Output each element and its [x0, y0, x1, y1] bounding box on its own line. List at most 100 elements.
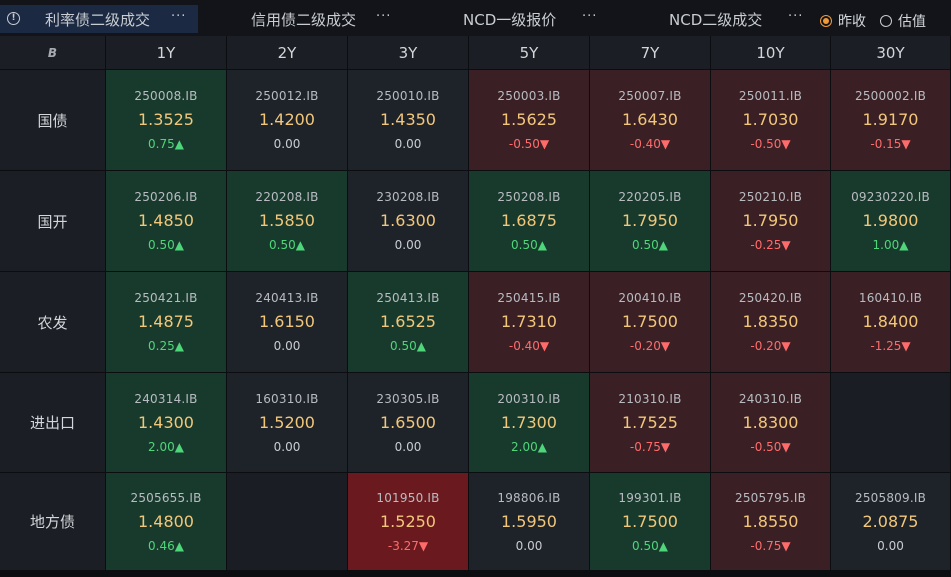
bond-code: 2505809.IB	[854, 490, 927, 505]
yield-value: 1.7500	[622, 511, 678, 531]
change-value: 2.00▲	[148, 439, 184, 454]
tab-ncd-primary[interactable]: NCD一级报价 ···	[418, 5, 613, 33]
yield-value: 1.6500	[380, 412, 436, 432]
quote-cell[interactable]: 250420.IB 1.8350 -0.20▼	[711, 272, 830, 372]
change-value: 0.50▲	[632, 538, 668, 553]
more-icon[interactable]: ···	[788, 9, 803, 24]
change-value: -0.50▼	[508, 137, 550, 151]
quote-cell[interactable]: 160410.IB 1.8400 -1.25▼	[831, 272, 950, 372]
quote-cell[interactable]: 200310.IB 1.7300 2.00▲	[469, 373, 589, 472]
quote-cell[interactable]: 250421.IB 1.4875 0.25▲	[106, 272, 226, 372]
quote-cell[interactable]: 101950.IB 1.5250 -3.27▼	[348, 473, 468, 570]
yield-value: 1.4300	[138, 412, 194, 432]
bond-code: 250008.IB	[134, 89, 198, 103]
change-value: -0.75▼	[750, 538, 791, 553]
quote-cell[interactable]: 250011.IB 1.7030 -0.50▼	[711, 70, 830, 170]
change-value: -3.27▼	[387, 538, 429, 553]
quote-cell[interactable]: 210310.IB 1.7525 -0.75▼	[590, 373, 710, 472]
yield-value: 1.5200	[259, 412, 315, 432]
bond-code: 250413.IB	[376, 291, 440, 305]
bond-code: 198806.IB	[497, 490, 561, 505]
change-value: -0.40▼	[629, 137, 671, 151]
b-logo-icon: B	[47, 45, 58, 60]
tab-rate-bond-secondary[interactable]: ! 利率债二级成交 ···	[0, 5, 198, 33]
quote-cell[interactable]: 220208.IB 1.5850 0.50▲	[227, 171, 347, 271]
bond-code: 199301.IB	[618, 490, 682, 505]
bond-code: 200410.IB	[618, 291, 682, 305]
yield-value: 1.7310	[501, 312, 557, 331]
yield-value: 1.5850	[259, 211, 315, 230]
yield-value: 1.5950	[501, 511, 557, 531]
column-header-2[interactable]: 3Y	[348, 36, 468, 69]
column-header-3[interactable]: 5Y	[469, 36, 589, 69]
column-header-0[interactable]: 1Y	[106, 36, 226, 69]
quote-cell[interactable]: 250210.IB 1.7950 -0.25▼	[711, 171, 830, 271]
quote-cell[interactable]: 09230220.IB 1.9800 1.00▲	[831, 171, 950, 271]
quote-cell[interactable]: 250010.IB 1.4350 0.00	[348, 70, 468, 170]
bond-code: 250206.IB	[134, 190, 198, 204]
quote-cell[interactable]: 198806.IB 1.5950 0.00	[469, 473, 589, 570]
bond-code: 250210.IB	[738, 190, 803, 204]
change-value: -0.25▼	[750, 238, 791, 252]
radio-label: 昨收	[838, 14, 866, 30]
empty-cell	[831, 373, 950, 472]
radio-prev-close[interactable]: 昨收	[820, 11, 866, 31]
quote-cell[interactable]: 250012.IB 1.4200 0.00	[227, 70, 347, 170]
yield-value: 1.4200	[259, 110, 315, 129]
row-label-text: 进出口	[29, 414, 75, 432]
radio-label: 估值	[898, 14, 926, 30]
more-icon[interactable]: ···	[582, 9, 597, 24]
bond-code: 220205.IB	[618, 190, 682, 204]
tab-credit-bond-secondary[interactable]: 信用债二级成交 ···	[208, 5, 408, 33]
quote-cell[interactable]: 160310.IB 1.5200 0.00	[227, 373, 347, 472]
quote-cell[interactable]: 230208.IB 1.6300 0.00	[348, 171, 468, 271]
quote-cell[interactable]: 2500002.IB 1.9170 -0.15▼	[831, 70, 950, 170]
radio-checked-icon	[820, 15, 832, 27]
change-value: 0.25▲	[148, 339, 184, 353]
tab-label: NCD一级报价	[463, 10, 557, 29]
quote-cell[interactable]: 220205.IB 1.7950 0.50▲	[590, 171, 710, 271]
bond-code: 250010.IB	[376, 89, 440, 103]
bond-code: 160310.IB	[255, 391, 319, 406]
tab-label: 信用债二级成交	[251, 10, 357, 29]
quote-cell[interactable]: 240314.IB 1.4300 2.00▲	[106, 373, 226, 472]
yield-value: 1.4350	[380, 110, 436, 129]
quote-cell[interactable]: 240413.IB 1.6150 0.00	[227, 272, 347, 372]
radio-valuation[interactable]: 估值	[880, 11, 926, 31]
tab-ncd-secondary[interactable]: NCD二级成交 ···	[623, 5, 813, 33]
yield-value: 1.4875	[138, 312, 194, 331]
quote-cell[interactable]: 250413.IB 1.6525 0.50▲	[348, 272, 468, 372]
quote-cell[interactable]: 240310.IB 1.8300 -0.50▼	[711, 373, 830, 472]
quote-cell[interactable]: 200410.IB 1.7500 -0.20▼	[590, 272, 710, 372]
more-icon[interactable]: ···	[171, 9, 186, 24]
quote-cell[interactable]: 250206.IB 1.4850 0.50▲	[106, 171, 226, 271]
info-icon[interactable]: !	[7, 12, 20, 25]
column-header-4[interactable]: 7Y	[590, 36, 710, 69]
change-value: 0.00	[273, 339, 301, 353]
change-value: -0.15▼	[870, 137, 911, 151]
quote-cell[interactable]: 250415.IB 1.7310 -0.40▼	[469, 272, 589, 372]
resize-handle[interactable]	[0, 570, 951, 577]
quote-cell[interactable]: 230305.IB 1.6500 0.00	[348, 373, 468, 472]
more-icon[interactable]: ···	[376, 9, 391, 24]
yield-value: 1.7525	[622, 412, 678, 432]
radio-unchecked-icon	[880, 15, 892, 27]
bond-code: 220208.IB	[255, 190, 319, 204]
quote-cell[interactable]: 2505655.IB 1.4800 0.46▲	[106, 473, 226, 570]
quote-cell[interactable]: 2505795.IB 1.8550 -0.75▼	[711, 473, 830, 570]
quote-cell[interactable]: 250008.IB 1.3525 0.75▲	[106, 70, 226, 170]
column-header-5[interactable]: 10Y	[711, 36, 830, 69]
change-value: -0.75▼	[629, 439, 671, 454]
quote-cell[interactable]: 199301.IB 1.7500 0.50▲	[590, 473, 710, 570]
bond-code: 2500002.IB	[854, 89, 927, 103]
tab-label: NCD二级成交	[669, 10, 763, 29]
quote-cell[interactable]: 250208.IB 1.6875 0.50▲	[469, 171, 589, 271]
quote-cell[interactable]: 2505809.IB 2.0875 0.00	[831, 473, 950, 570]
yield-value: 1.6300	[380, 211, 436, 230]
yield-value: 1.8300	[742, 412, 799, 432]
quote-cell[interactable]: 250003.IB 1.5625 -0.50▼	[469, 70, 589, 170]
column-header-1[interactable]: 2Y	[227, 36, 347, 69]
yield-value: 2.0875	[862, 511, 919, 531]
column-header-6[interactable]: 30Y	[831, 36, 950, 69]
quote-cell[interactable]: 250007.IB 1.6430 -0.40▼	[590, 70, 710, 170]
